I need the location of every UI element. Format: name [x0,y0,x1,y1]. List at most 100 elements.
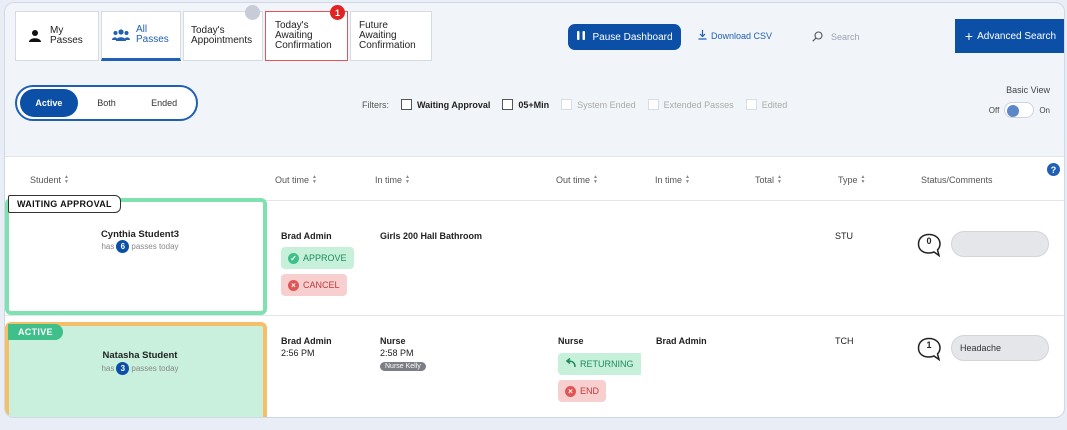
tab-future-awaiting-confirmation[interactable]: Future Awaiting Confirmation [350,11,432,61]
column-out-time-2[interactable]: Out time ▲ ▼ [556,175,598,186]
passes-prefix: has [101,242,115,251]
basic-view-toggle[interactable] [1004,102,1035,118]
student-name[interactable]: Natasha Student [85,350,195,361]
approve-label: APPROVE [303,253,347,263]
download-csv-link[interactable]: Download CSV [698,30,772,42]
column-label: Status/Comments [921,175,993,185]
status-badge: WAITING APPROVAL [8,195,121,213]
filter-waiting-approval[interactable]: Waiting Approval [401,99,490,110]
view-option-ended[interactable]: Ended [135,89,193,117]
approve-button[interactable]: ✓ APPROVE [281,247,354,269]
tab-badge [245,5,260,20]
column-type[interactable]: Type ▲ ▼ [838,174,866,186]
comment-field[interactable]: Headache [951,335,1049,361]
tab-my-passes[interactable]: My Passes [15,11,99,61]
plus-icon: + [964,28,974,44]
filter-label: Edited [761,99,788,110]
search-icon [812,30,823,44]
column-total[interactable]: Total ▲ ▼ [755,174,782,186]
passes-today: has 3 passes today [85,362,195,375]
tab-todays-awaiting-confirmation[interactable]: Today's Awaiting Confirmation 1 [265,5,348,61]
comment-bubble-icon[interactable]: 0 [917,233,943,258]
cancel-button[interactable]: × CANCEL [281,274,347,296]
tab-label: Today's Appointments [191,25,253,46]
toggle-off-label: Off [988,105,1000,115]
filter-label: Extended Passes [663,99,734,110]
tab-label: Future Awaiting Confirmation [359,20,416,51]
filter-bar: Active Both Ended Filters: Waiting Appro… [5,65,1064,157]
returning-label: RETURNING [580,359,634,369]
search-box [800,21,955,53]
check-icon: ✓ [288,252,299,264]
tab-label: Today's Awaiting Confirmation [275,20,332,51]
tab-todays-appointments[interactable]: Today's Appointments [183,5,263,61]
filter-system-ended[interactable]: System Ended [561,99,636,110]
student-name[interactable]: Cynthia Student3 [85,229,195,240]
passes-today: has 6 passes today [85,240,195,253]
download-label: Download CSV [711,31,773,41]
basic-view-label: Basic View [1006,85,1050,95]
sort-icon: ▲ ▼ [685,174,690,185]
sort-icon: ▲ ▼ [64,174,69,185]
column-in-time[interactable]: In time ▲ ▼ [375,175,410,186]
help-icon[interactable]: ? [1047,163,1060,176]
column-label: Student [30,175,62,185]
tab-badge: 1 [330,5,345,20]
sort-icon: ▲ ▼ [860,174,866,185]
column-label: In time [655,175,683,185]
passes-suffix: passes today [131,364,179,373]
table-row: WAITING APPROVAL Cynthia Student3 has 6 … [5,195,1064,316]
tab-all-passes[interactable]: All Passes [101,11,181,61]
download-icon [698,30,707,42]
returning-button[interactable]: RETURNING [558,353,641,375]
student-card[interactable] [5,198,267,315]
checkbox[interactable] [502,99,514,110]
column-label: Out time [556,175,591,185]
checkbox[interactable] [401,99,412,110]
filters: Filters: Waiting Approval 05+Min System … [362,99,799,110]
out-by: Brad Admin [281,336,332,346]
comment-bubble-icon[interactable]: 1 [917,337,943,362]
checkbox[interactable] [745,99,757,110]
column-label: Type [838,175,858,185]
column-label: Total [755,175,775,185]
tab-label: My Passes [50,25,83,46]
column-in-time-2[interactable]: In time ▲ ▼ [655,174,690,186]
end-button[interactable]: × END [558,380,607,402]
view-option-active[interactable]: Active [20,89,78,117]
column-out-time[interactable]: Out time ▲ ▼ [275,174,317,186]
in-location: Nurse [380,336,406,346]
table-row: ACTIVE Natasha Student has 3 passes toda… [5,318,1064,417]
search-input[interactable] [831,32,941,42]
comment-count: 1 [926,340,932,350]
close-icon: × [565,385,576,397]
filter-label: Waiting Approval [417,99,491,110]
basic-view: Basic View Off On [989,85,1050,118]
status-badge: ACTIVE [8,324,63,340]
column-student[interactable]: Student ▲ ▼ [30,174,69,186]
table-header: Student ▲ ▼ Out time ▲ ▼ In time ▲ ▼ Out time ▲… [5,163,1064,201]
sort-icon: ▲ ▼ [312,174,317,185]
filter-extended-passes[interactable]: Extended Passes [647,99,734,110]
pause-dashboard-button[interactable]: Pause Dashboard [568,24,681,50]
advanced-search-button[interactable]: + Advanced Search [955,19,1064,53]
pause-label: Pause Dashboard [592,31,673,43]
column-label: In time [375,175,403,185]
passes-prefix: has [101,364,115,373]
toggle-on-label: On [1039,105,1050,115]
filter-05-min[interactable]: 05+Min [502,99,549,110]
group-icon [112,28,130,42]
teacher-tag: Nurse Kelly [380,362,426,371]
tab-label: All Passes [136,24,169,45]
sort-icon: ▲ ▼ [777,174,782,185]
passes-count: 6 [116,240,130,253]
comment-field[interactable] [951,231,1049,257]
checkbox[interactable] [647,99,659,110]
passes-count: 3 [116,362,130,375]
filter-edited[interactable]: Edited [745,99,788,110]
pass-type: TCH [835,336,854,346]
checkbox[interactable] [561,99,573,110]
pass-type: STU [835,231,853,241]
advanced-search-label: Advanced Search [977,30,1057,42]
view-option-both[interactable]: Both [78,89,136,117]
